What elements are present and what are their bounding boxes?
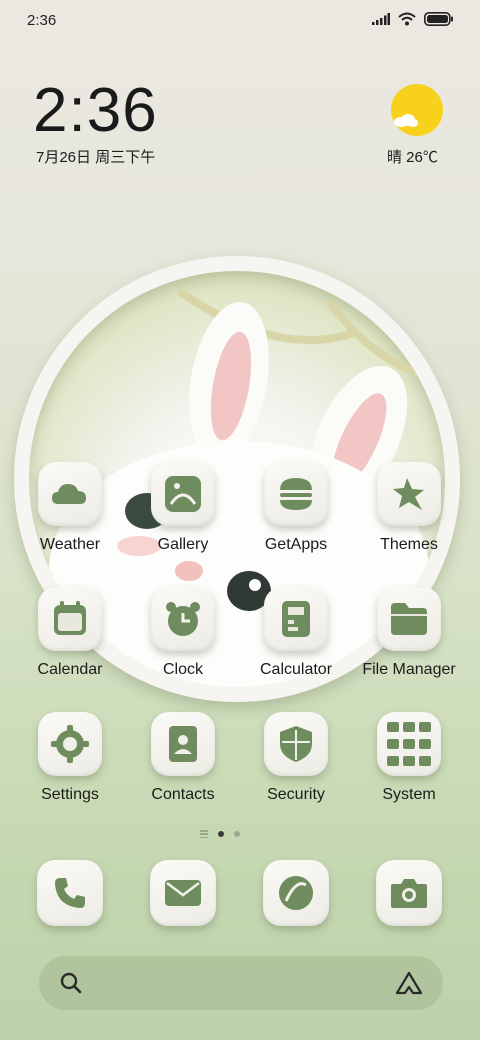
- contacts-icon[interactable]: [151, 712, 215, 776]
- search-icon[interactable]: [59, 971, 83, 995]
- shield-icon[interactable]: [264, 712, 328, 776]
- app-file-manager[interactable]: File Manager: [353, 587, 465, 679]
- page-dot-1[interactable]: [218, 831, 224, 837]
- camera-icon[interactable]: [376, 860, 442, 926]
- app-settings[interactable]: Settings: [14, 712, 126, 804]
- feed-page-indicator[interactable]: [200, 830, 208, 838]
- mail-icon[interactable]: [150, 860, 216, 926]
- app-label-getapps: GetApps: [264, 536, 328, 553]
- app-label-file-manager: File Manager: [362, 661, 456, 678]
- app-label-clock: Clock: [162, 661, 203, 678]
- browser-icon[interactable]: [263, 860, 329, 926]
- status-time: 2:36: [27, 12, 57, 29]
- app-label-system: System: [382, 786, 436, 803]
- app-calendar[interactable]: Calendar: [14, 587, 126, 679]
- app-label-calendar: Calendar: [37, 661, 103, 678]
- page-dot-2[interactable]: [234, 831, 240, 837]
- clock-icon[interactable]: [151, 587, 215, 651]
- search-bar[interactable]: [39, 956, 443, 1010]
- gallery-icon[interactable]: [151, 462, 215, 526]
- themes-icon[interactable]: [377, 462, 441, 526]
- status-icons: [372, 12, 454, 26]
- status-bar: 2:36: [0, 0, 480, 44]
- page-indicator[interactable]: [200, 830, 240, 838]
- weather-icon[interactable]: [38, 462, 102, 526]
- app-label-settings: Settings: [41, 786, 99, 803]
- app-clock[interactable]: Clock: [127, 587, 239, 679]
- battery-icon: [424, 12, 453, 26]
- folder-grid-icon[interactable]: [377, 712, 441, 776]
- calendar-icon[interactable]: [38, 587, 102, 651]
- assistant-icon[interactable]: [395, 971, 423, 995]
- app-contacts[interactable]: Contacts: [127, 712, 239, 804]
- app-label-themes: Themes: [380, 536, 438, 553]
- signal-icon: [372, 13, 390, 25]
- weather-text[interactable]: 晴 26℃: [387, 146, 438, 167]
- app-label-gallery: Gallery: [157, 536, 209, 553]
- app-getapps[interactable]: GetApps: [240, 462, 352, 554]
- sun-icon[interactable]: [391, 84, 443, 136]
- app-system[interactable]: System: [353, 712, 465, 804]
- app-label-calculator: Calculator: [259, 661, 333, 678]
- app-security[interactable]: Security: [240, 712, 352, 804]
- wifi-icon: [398, 12, 416, 26]
- app-label-security: Security: [267, 786, 325, 803]
- app-calculator[interactable]: Calculator: [240, 587, 352, 679]
- clock-widget-date[interactable]: 7月26日 周三下午: [36, 146, 155, 167]
- app-gallery[interactable]: Gallery: [127, 462, 239, 554]
- folder-icon[interactable]: [377, 587, 441, 651]
- phone-icon[interactable]: [37, 860, 103, 926]
- getapps-icon[interactable]: [264, 462, 328, 526]
- app-weather[interactable]: Weather: [14, 462, 126, 554]
- clock-widget-time[interactable]: 2:36: [33, 76, 158, 146]
- gear-icon[interactable]: [38, 712, 102, 776]
- app-label-weather: Weather: [39, 536, 101, 553]
- calculator-icon[interactable]: [264, 587, 328, 651]
- app-label-contacts: Contacts: [151, 786, 215, 803]
- app-themes[interactable]: Themes: [353, 462, 465, 554]
- cloud-icon: [394, 114, 418, 127]
